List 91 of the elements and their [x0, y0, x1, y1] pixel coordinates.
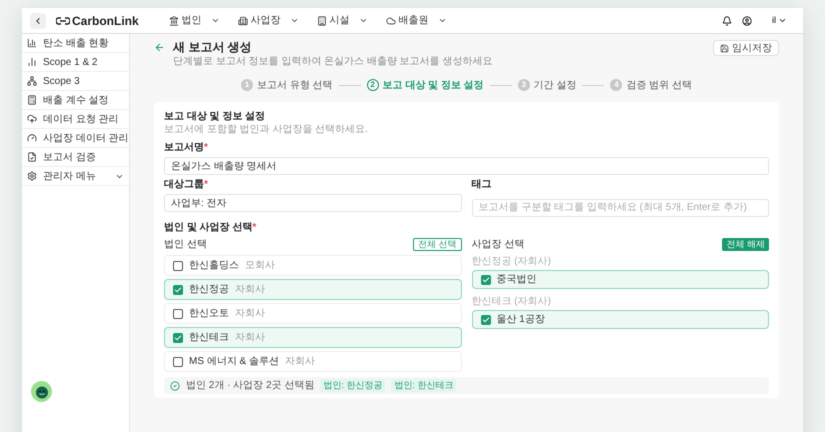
field-label: 보고서명*	[164, 142, 209, 154]
sidebar-item[interactable]: Scope 3	[22, 72, 129, 91]
page-title: 새 보고서 생성	[173, 40, 253, 55]
corporation-type: 자회사	[285, 355, 316, 369]
site-name: 울산 1공장	[496, 313, 545, 327]
menu-icon	[27, 38, 37, 48]
mascot-button[interactable]	[31, 381, 52, 402]
temp-save-button[interactable]: 임시저장	[713, 40, 779, 56]
checkbox[interactable]	[173, 356, 183, 366]
nav-icon	[316, 16, 327, 26]
site-group-label: 한신정공 (자회사)	[472, 255, 552, 268]
corporation-option[interactable]: 한신오토 자회사	[164, 303, 462, 324]
checkbox[interactable]	[480, 314, 490, 324]
sidebar-item[interactable]: 관리자 메뉴	[22, 167, 129, 186]
back-arrow-icon[interactable]	[154, 42, 165, 53]
corporation-type: 모회사	[245, 259, 275, 273]
save-icon	[720, 44, 729, 52]
user-icon[interactable]	[742, 16, 752, 26]
menu-icon	[27, 76, 37, 86]
corporation-type: 자회사	[235, 331, 265, 345]
checkbox[interactable]	[480, 274, 490, 284]
collapse-button[interactable]	[30, 12, 46, 28]
deselect-all-button[interactable]: 전체 해제	[722, 238, 769, 251]
site-option[interactable]: 울산 1공장	[472, 310, 769, 329]
corporation-type: 자회사	[235, 307, 265, 321]
page-subtitle: 단계별로 보고서 정보를 입력하여 온실가스 배출량 보고서를 생성하세요	[173, 55, 494, 68]
logo-text: CarbonLink	[72, 12, 139, 30]
chevron-icon	[210, 16, 220, 25]
user-menu[interactable]: il	[772, 14, 787, 28]
nav-menu[interactable]: 법인	[168, 13, 220, 28]
menu-icon	[27, 114, 37, 124]
nav-menu[interactable]: 시설	[316, 13, 368, 28]
site-group-label: 한신테크 (자회사)	[472, 295, 552, 308]
mascot-icon	[34, 384, 48, 398]
corporation-name: MS 에너지 & 솔루션	[189, 355, 280, 369]
chevron-icon	[778, 16, 787, 25]
check-icon	[482, 316, 490, 324]
chevron-icon	[438, 16, 447, 25]
section-label: 사업장 선택	[472, 238, 524, 252]
menu-icon	[27, 152, 37, 162]
corporation-type: 자회사	[235, 283, 265, 297]
sidebar-item[interactable]: 사업장 데이터 관리	[22, 129, 129, 148]
nav-icon	[238, 16, 248, 26]
sidebar-item[interactable]: 탄소 배출 현황	[22, 34, 129, 53]
menu-icon	[27, 133, 37, 143]
menu-icon	[27, 171, 37, 181]
menu-icon	[27, 95, 37, 105]
corporation-option[interactable]: 한신정공 자회사	[164, 279, 462, 300]
sidebar-item[interactable]: 배출 계수 설정	[22, 91, 129, 110]
field-label: 법인 및 사업장 선택*	[164, 222, 258, 234]
report-name-field[interactable]: 온실가스 배출량 명세서	[164, 157, 769, 175]
check-icon	[174, 286, 182, 294]
menu-icon	[27, 57, 37, 67]
select-all-button[interactable]: 전체 선택	[412, 238, 462, 251]
sidebar-item[interactable]: Scope 1 & 2	[22, 53, 129, 72]
selected-chip: 법인: 한신정공	[320, 378, 386, 392]
field-label: 태그	[472, 179, 492, 191]
nav-menu[interactable]: 사업장	[238, 13, 299, 28]
tag-input-field[interactable]: 보고서를 구분할 태그를 입력하세요 (최대 5개, Enter로 추가)	[472, 198, 769, 216]
check-icon	[482, 276, 490, 284]
chevron-icon	[290, 16, 299, 25]
chevron-icon	[358, 16, 368, 25]
card-description: 보고서에 포함할 법인과 사업장을 선택하세요.	[164, 123, 369, 136]
corporation-name: 한신홀딩스	[189, 259, 239, 273]
corporation-name: 한신오토	[189, 307, 229, 321]
card-title: 보고 대상 및 정보 설정	[164, 110, 266, 123]
corporation-option[interactable]: 한신홀딩스 모회사	[164, 255, 462, 276]
selected-chip: 법인: 한신테크	[391, 378, 456, 392]
check-icon	[174, 334, 182, 342]
checkbox[interactable]	[173, 332, 183, 342]
check-circle-icon	[170, 380, 180, 390]
corporation-name: 한신테크	[189, 331, 229, 345]
checkbox[interactable]	[173, 260, 183, 270]
logo-icon	[56, 16, 70, 24]
corporation-option[interactable]: MS 에너지 & 솔루션 자회사	[164, 351, 462, 372]
sidebar-item[interactable]: 데이터 요청 관리	[22, 110, 129, 129]
notification-icon[interactable]	[722, 16, 732, 26]
field-label: 대상그룹*	[164, 179, 209, 191]
nav-icon	[168, 16, 179, 26]
corporation-option[interactable]: 한신테크 자회사	[164, 327, 462, 348]
corporation-name: 한신정공	[189, 283, 229, 297]
target-group-field[interactable]: 사업부: 전자	[164, 194, 462, 212]
checkbox[interactable]	[173, 284, 183, 294]
nav-icon	[386, 16, 396, 26]
section-label: 법인 선택	[164, 238, 207, 252]
site-name: 중국법인	[496, 273, 536, 287]
site-option[interactable]: 중국법인	[472, 270, 769, 289]
nav-menu[interactable]: 배출원	[386, 13, 447, 28]
checkbox[interactable]	[173, 308, 183, 318]
selection-summary: 법인 2개 · 사업장 2곳 선택됨	[186, 379, 314, 393]
sidebar-item[interactable]: 보고서 검증	[22, 148, 129, 167]
